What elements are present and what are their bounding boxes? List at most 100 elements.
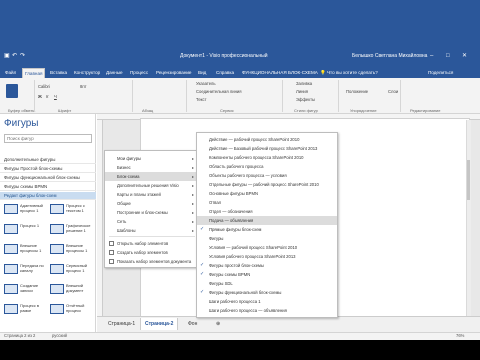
more-shapes-menu-item[interactable]: Мои фигуры ▸ xyxy=(105,154,197,163)
fill-button[interactable]: Заливка xyxy=(296,81,312,86)
flowchart-submenu-item[interactable]: Фигуры xyxy=(197,234,337,243)
shape-thumbnail[interactable] xyxy=(4,304,18,314)
submenu-arrow-icon: ▸ xyxy=(191,201,194,206)
shape-thumbnail[interactable] xyxy=(4,244,18,254)
stencil-row[interactable]: Фигуры Простой блок-схемы xyxy=(0,165,96,173)
shapes-title: Фигуры xyxy=(4,118,39,129)
flowchart-submenu-item[interactable]: Подача — объявления xyxy=(197,216,337,225)
underline-button[interactable]: Ч xyxy=(54,94,57,99)
more-shapes-menu-item[interactable]: Шаблоны ▸ xyxy=(105,226,197,235)
flowchart-submenu-item[interactable]: Действие — рабочий процесс SharePoint 20… xyxy=(197,135,337,144)
flowchart-submenu-item[interactable]: Область рабочего процесса xyxy=(197,162,337,171)
shape-thumbnail[interactable] xyxy=(4,264,18,274)
flowchart-submenu-item[interactable]: Шаги рабочего процесса 1 xyxy=(197,297,337,306)
effects-button[interactable]: Эффекты xyxy=(296,97,315,102)
stencil-row[interactable]: Дополнительные фигуры xyxy=(0,156,96,164)
more-shapes-menu-item[interactable]: Сеть ▸ xyxy=(105,217,197,226)
flowchart-submenu-item[interactable]: Фигуры простой блок-схемы ✓ xyxy=(197,261,337,270)
share-button[interactable]: Поделиться xyxy=(428,70,453,75)
shape-thumbnail[interactable] xyxy=(50,204,64,214)
tab-6[interactable]: Рецензирование xyxy=(154,68,193,78)
tab-4[interactable]: Данные xyxy=(104,68,125,78)
user-name[interactable]: Белышко Светлана Михайловна xyxy=(352,53,427,59)
position-button[interactable]: Положение xyxy=(346,89,368,94)
flowchart-submenu-item[interactable]: Фигуры схемы BPMN ✓ xyxy=(197,270,337,279)
flowchart-submenu-item[interactable]: Шаги рабочего процесса — объявления xyxy=(197,306,337,315)
tab-0[interactable]: Файл xyxy=(3,68,18,78)
page-tab[interactable]: Страница-1 xyxy=(104,318,139,330)
stencil-row[interactable]: Фигуры функциональной блок-схемы xyxy=(0,174,96,182)
vertical-scrollbar[interactable] xyxy=(466,120,471,316)
paste-icon[interactable] xyxy=(6,84,18,98)
stencil-row[interactable]: Редакт фигуры блок-схем xyxy=(0,192,96,200)
shape-thumbnail[interactable] xyxy=(50,264,64,274)
more-shapes-menu-item[interactable]: Дополнительные решения Visio ▸ xyxy=(105,181,197,190)
menu-item-label: Открыть набор элементов xyxy=(117,241,169,246)
flowchart-submenu-item[interactable]: Фигуры функциональной блок-схемы ✓ xyxy=(197,288,337,297)
flowchart-submenu-item[interactable]: Прямые фигуры блок-схем ✓ xyxy=(197,225,337,234)
status-zoom[interactable]: 76% xyxy=(456,333,464,338)
status-page: Страница 2 из 2 xyxy=(4,333,36,338)
flowchart-submenu-item[interactable]: Отвал xyxy=(197,198,337,207)
flowchart-submenu-item[interactable]: Фигуры SDL xyxy=(197,279,337,288)
maximize-icon[interactable]: □ xyxy=(446,52,450,60)
more-shapes-menu-item[interactable]: Общие ▸ xyxy=(105,199,197,208)
submenu-arrow-icon: ▸ xyxy=(191,156,194,161)
redo-icon[interactable]: ↷ xyxy=(20,52,25,60)
tell-me-box[interactable]: 💡 Что вы хотите сделать? xyxy=(320,70,378,76)
flowchart-submenu-item[interactable]: Отдел — обозначения xyxy=(197,207,337,216)
shape-thumbnail[interactable] xyxy=(4,204,18,214)
flowchart-submenu-item[interactable]: Действие — Базовый рабочий процесс Share… xyxy=(197,144,337,153)
add-page-icon[interactable]: ⊕ xyxy=(212,318,224,330)
tell-me-text: Что вы хотите сделать? xyxy=(327,70,378,75)
more-shapes-menu-item[interactable]: Создать набор элементов xyxy=(105,248,197,257)
italic-button[interactable]: К xyxy=(46,94,48,99)
tab-2[interactable]: Вставка xyxy=(48,68,69,78)
pointer-tool[interactable]: Указатель xyxy=(196,81,216,86)
tab-7[interactable]: Вид xyxy=(196,68,208,78)
shape-thumbnail[interactable] xyxy=(50,304,64,314)
submenu-item-label: Фигуры простой блок-схемы xyxy=(209,263,264,268)
flowchart-submenu-item[interactable]: Отдельные фигуры — рабочий процесс Share… xyxy=(197,180,337,189)
tab-5[interactable]: Процесс xyxy=(128,68,150,78)
more-shapes-menu-item[interactable]: Карты и планы этажей ▸ xyxy=(105,190,197,199)
flowchart-submenu-item[interactable]: Условия — рабочий процесс SharePoint 201… xyxy=(197,243,337,252)
flowchart-submenu-item[interactable]: Основные фигуры BPMN xyxy=(197,189,337,198)
more-shapes-menu-item[interactable]: Построение и блок-схемы ▸ xyxy=(105,208,197,217)
undo-icon[interactable]: ↶ xyxy=(12,52,17,60)
font-select[interactable]: Calibri xyxy=(38,84,50,89)
shape-thumbnail[interactable] xyxy=(50,284,64,294)
shapes-search-input[interactable]: Поиск фигур xyxy=(4,134,92,143)
flowchart-submenu-item[interactable]: Компоненты рабочего процесса SharePoint … xyxy=(197,153,337,162)
shape-thumbnail[interactable] xyxy=(50,244,64,254)
shape-thumbnail[interactable] xyxy=(50,224,64,234)
stencil-row[interactable]: Фигуры схемы BPMN xyxy=(0,183,96,191)
shape-thumbnail[interactable] xyxy=(4,224,18,234)
tab-3[interactable]: Конструктор xyxy=(72,68,102,78)
minimize-icon[interactable]: – xyxy=(430,52,433,60)
save-icon[interactable]: ▣ xyxy=(4,52,10,60)
more-shapes-menu-item[interactable]: Бизнес ▸ xyxy=(105,163,197,172)
page-tab[interactable]: Страница-2 xyxy=(140,318,179,330)
bold-button[interactable]: Ж xyxy=(38,94,42,99)
text-tool[interactable]: Текст xyxy=(196,97,207,102)
font-size-select[interactable]: 8пт xyxy=(80,84,87,89)
submenu-arrow-icon: ▸ xyxy=(191,228,194,233)
line-button[interactable]: Линия xyxy=(296,89,308,94)
flowchart-submenu-item[interactable]: Объекты рабочего процесса — условия xyxy=(197,171,337,180)
shape-label: Процесс с текстом 1 xyxy=(66,203,85,213)
tab-9[interactable]: ФУНКЦИОНАЛЬНАЯ БЛОК-СХЕМА xyxy=(240,68,320,78)
shape-thumbnail[interactable] xyxy=(4,284,18,294)
page-tab[interactable]: Фон xyxy=(184,318,201,330)
tab-8[interactable]: Справка xyxy=(214,68,236,78)
scrollbar-thumb[interactable] xyxy=(467,160,470,200)
connector-tool[interactable]: Соединительная линия xyxy=(196,89,241,94)
close-icon[interactable]: ✕ xyxy=(462,52,467,60)
flowchart-submenu-item[interactable]: Условия рабочего процесса SharePoint 201… xyxy=(197,252,337,261)
layers-button[interactable]: Слои xyxy=(388,89,398,94)
more-shapes-menu-item[interactable]: Показать набор элементов документа xyxy=(105,257,197,266)
tab-1[interactable]: Главная xyxy=(22,68,46,78)
menu-item-label: Карты и планы этажей xyxy=(117,192,161,197)
more-shapes-menu-item[interactable]: Блок-схема ▸ xyxy=(105,172,197,181)
more-shapes-menu-item[interactable]: Открыть набор элементов xyxy=(105,239,197,248)
